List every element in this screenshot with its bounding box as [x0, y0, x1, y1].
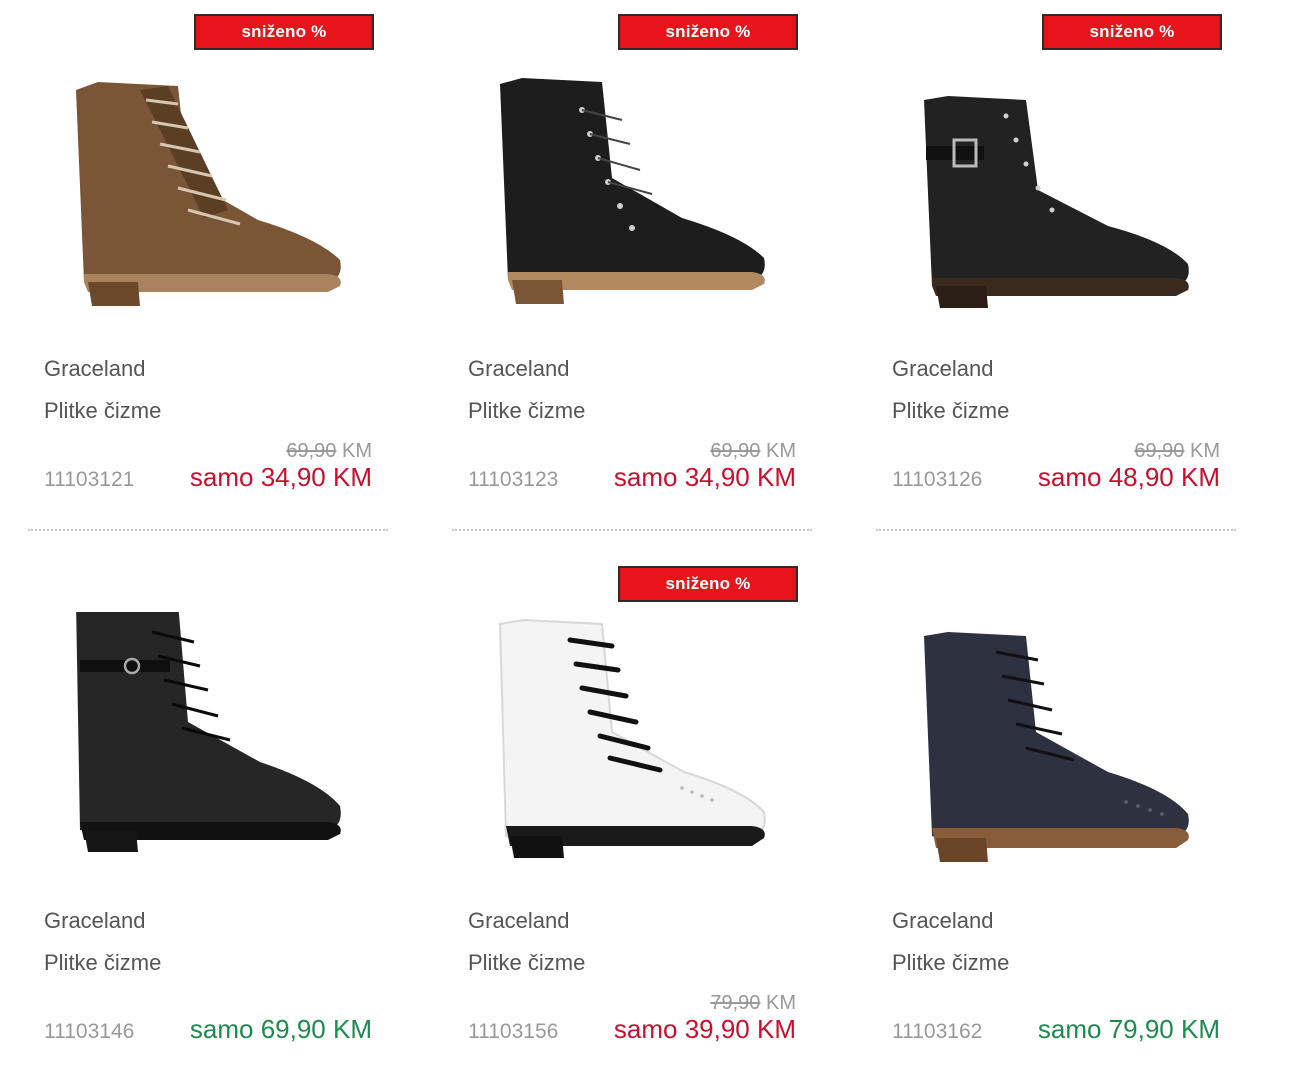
product-type: Plitke čizme	[892, 398, 1010, 423]
product-type: Plitke čizme	[44, 398, 162, 423]
product-card[interactable]: Graceland Plitke čizme 11103162 samo 79,…	[876, 552, 1236, 1092]
product-code: 11103162	[892, 1020, 983, 1043]
product-code: 11103123	[468, 468, 559, 491]
old-price: 79,90 KM	[710, 992, 796, 1015]
old-price-value: 69,90	[286, 440, 337, 462]
old-price-currency: KM	[766, 440, 796, 462]
divider	[452, 529, 812, 531]
old-price-value: 69,90	[710, 440, 761, 462]
divider	[876, 529, 1236, 531]
old-price: 69,90 KM	[286, 440, 372, 463]
product-image-black-buckle-boot[interactable]	[876, 60, 1236, 320]
product-card[interactable]: sniženo % Graceland Plitke čizme 69,90 K…	[28, 0, 388, 540]
product-card[interactable]: sniženo % Graceland Plitke čizme 79,90 K…	[452, 552, 812, 1092]
sale-badge: sniženo %	[1042, 14, 1222, 50]
product-brand: Graceland	[892, 356, 994, 381]
product-brand: Graceland	[468, 908, 570, 933]
product-type: Plitke čizme	[892, 950, 1010, 975]
old-price-value: 69,90	[1134, 440, 1185, 462]
product-type: Plitke čizme	[468, 398, 586, 423]
old-price-value: 79,90	[710, 992, 761, 1014]
regular-price: samo 69,90 KM	[189, 1014, 372, 1044]
sale-badge: sniženo %	[618, 14, 798, 50]
product-brand: Graceland	[44, 356, 146, 381]
old-price-currency: KM	[766, 992, 796, 1014]
old-price-currency: KM	[342, 440, 372, 462]
boot-image	[76, 612, 341, 852]
product-image-black-suede-boot[interactable]	[452, 60, 812, 320]
product-brand: Graceland	[44, 908, 146, 933]
divider	[28, 529, 388, 531]
product-type: Plitke čizme	[44, 950, 162, 975]
product-card[interactable]: Graceland Plitke čizme 11103146 samo 69,…	[28, 552, 388, 1092]
regular-price: samo 79,90 KM	[1037, 1014, 1220, 1044]
sale-price: samo 34,90 KM	[189, 462, 372, 492]
old-price-currency: KM	[1190, 440, 1220, 462]
sale-badge: sniženo %	[194, 14, 374, 50]
product-image-brown-boot[interactable]	[28, 60, 388, 320]
product-code: 11103146	[44, 1020, 135, 1043]
old-price: 69,90 KM	[1134, 440, 1220, 463]
boot-image	[924, 96, 1189, 308]
boot-image	[498, 618, 766, 858]
product-code: 11103121	[44, 468, 135, 491]
product-type: Plitke čizme	[468, 950, 586, 975]
boot-image	[924, 632, 1189, 862]
sale-price: samo 48,90 KM	[1037, 462, 1220, 492]
boot-image	[500, 78, 765, 304]
product-grid: sniženo % Graceland Plitke čizme 69,90 K…	[0, 0, 1290, 1072]
product-card[interactable]: sniženo % Graceland Plitke čizme 69,90 K…	[876, 0, 1236, 540]
product-brand: Graceland	[892, 908, 994, 933]
sale-price: samo 39,90 KM	[613, 1014, 796, 1044]
sale-price: samo 34,90 KM	[613, 462, 796, 492]
product-brand: Graceland	[468, 356, 570, 381]
sale-badge: sniženo %	[618, 566, 798, 602]
product-code: 11103156	[468, 1020, 559, 1043]
product-image-navy-boot[interactable]	[876, 612, 1236, 872]
product-code: 11103126	[892, 468, 983, 491]
boot-image	[76, 82, 341, 306]
product-image-black-leather-boot[interactable]	[28, 612, 388, 872]
old-price: 69,90 KM	[710, 440, 796, 463]
product-card[interactable]: sniženo % Graceland Plitke čizme 69,90 K…	[452, 0, 812, 540]
product-image-white-boot[interactable]	[452, 612, 812, 872]
